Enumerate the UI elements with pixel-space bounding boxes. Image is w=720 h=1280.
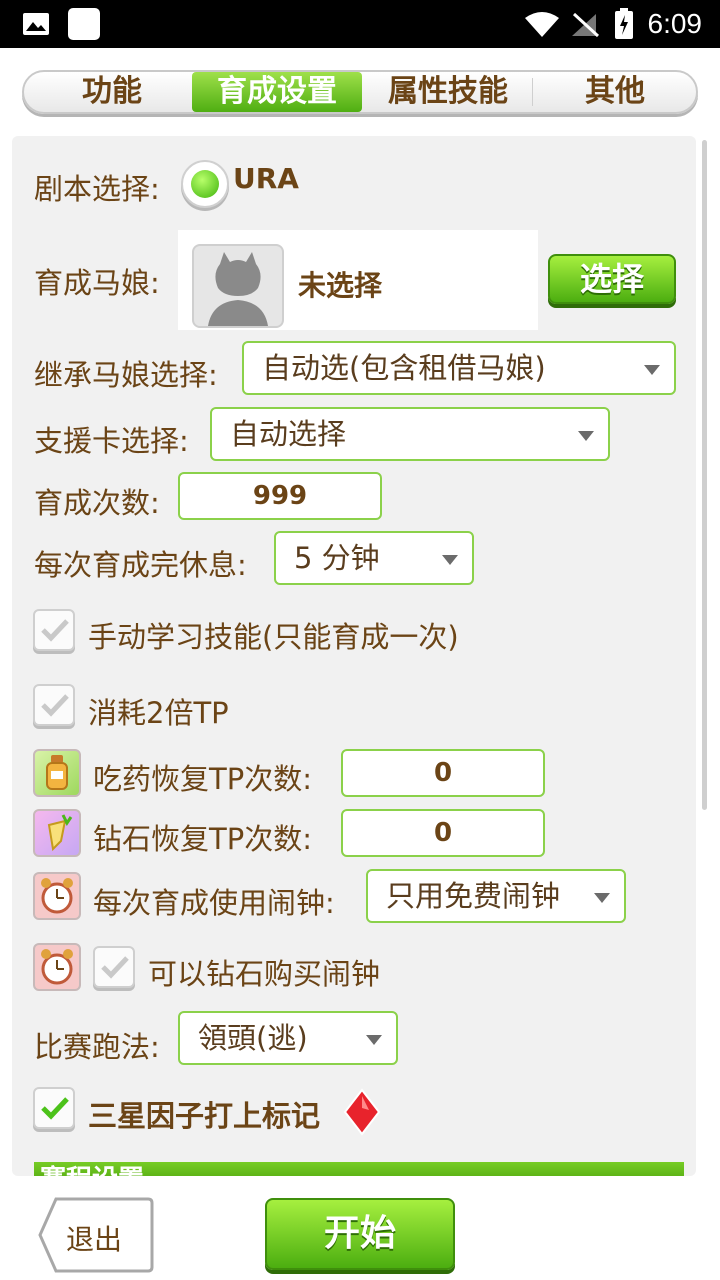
checkmark-icon: [101, 956, 129, 979]
tab-attribute-skills[interactable]: 属性技能: [364, 72, 532, 112]
tp-potion-icon: [33, 749, 81, 797]
rest-label: 每次育成完休息:: [34, 548, 247, 582]
alarm-label: 每次育成使用闹钟:: [93, 886, 335, 920]
inherit-label: 继承马娘选择:: [34, 358, 218, 392]
exit-label: 退出: [66, 1223, 123, 1256]
diamond-carrot-icon: [33, 809, 81, 857]
chevron-down-icon: [594, 893, 610, 903]
notification-icon: [68, 8, 100, 40]
trainee-status: 未选择: [298, 269, 383, 302]
support-value: 自动选择: [230, 417, 347, 451]
silhouette-icon: [208, 252, 268, 326]
count-label: 育成次数:: [34, 486, 160, 520]
tab-divider: [532, 78, 533, 106]
medicine-tp-input[interactable]: 0: [341, 749, 545, 797]
medicine-tp-label: 吃药恢复TP次数:: [93, 762, 312, 796]
tab-bar: 功能 育成设置 属性技能 其他: [22, 70, 698, 114]
buy-alarm-label: 可以钻石购买闹钟: [148, 957, 381, 991]
checkmark-icon: [41, 1097, 69, 1120]
scenario-radio[interactable]: [181, 160, 229, 208]
manual-skill-label: 手动学习技能(只能育成一次): [88, 620, 459, 654]
scenario-label: 剧本选择:: [34, 172, 160, 206]
run-style-value: 領頭(逃): [198, 1021, 308, 1055]
chevron-down-icon: [366, 1035, 382, 1045]
run-style-select[interactable]: 領頭(逃): [178, 1011, 398, 1065]
checkmark-icon: [41, 619, 69, 642]
bottle-icon: [46, 755, 68, 790]
tab-training-settings[interactable]: 育成设置: [192, 72, 362, 112]
battery-charging-icon: [615, 8, 633, 39]
scrollbar[interactable]: [702, 140, 707, 810]
alarm-clock-icon: [33, 872, 81, 920]
trainee-label: 育成马娘:: [34, 266, 160, 300]
double-tp-checkbox[interactable]: [33, 684, 75, 726]
clock: 6:09: [647, 8, 703, 39]
support-label: 支援卡选择:: [34, 424, 189, 458]
scenario-value: URA: [233, 162, 299, 195]
inherit-select[interactable]: 自动选(包含租借马娘): [242, 341, 676, 395]
chevron-down-icon: [644, 365, 660, 375]
chevron-down-icon: [578, 431, 594, 441]
inherit-value: 自动选(包含租借马娘): [262, 351, 546, 385]
tab-features[interactable]: 功能: [32, 72, 192, 112]
no-signal-icon: [572, 12, 600, 38]
gallery-icon: [23, 13, 49, 35]
alarm-value: 只用免费闹钟: [386, 879, 561, 913]
rest-select[interactable]: 5 分钟: [274, 531, 474, 585]
buy-alarm-checkbox[interactable]: [93, 946, 135, 988]
section-title: 赛程设置: [40, 1165, 144, 1176]
run-style-label: 比赛跑法:: [34, 1030, 160, 1064]
double-tp-label: 消耗2倍TP: [88, 696, 229, 730]
tab-other[interactable]: 其他: [534, 72, 696, 112]
clock-icon: [41, 949, 73, 985]
status-bar: 6:09: [0, 0, 720, 48]
three-star-label: 三星因子打上标记: [88, 1099, 321, 1133]
rest-value: 5 分钟: [294, 541, 380, 575]
three-star-checkbox[interactable]: [33, 1087, 75, 1129]
select-trainee-button[interactable]: 选择: [548, 254, 676, 304]
manual-skill-checkbox[interactable]: [33, 609, 75, 651]
alarm-select[interactable]: 只用免费闹钟: [366, 869, 626, 923]
start-button[interactable]: 开始: [265, 1198, 455, 1270]
count-input[interactable]: 999: [178, 472, 382, 520]
race-schedule-section-header[interactable]: 赛程设置: [34, 1162, 684, 1176]
chevron-down-icon: [442, 555, 458, 565]
trainee-portrait: [192, 244, 284, 328]
diamond-tp-label: 钻石恢复TP次数:: [93, 822, 312, 856]
alarm-clock-icon: [33, 943, 81, 991]
support-select[interactable]: 自动选择: [210, 407, 610, 461]
wifi-icon: [525, 12, 559, 37]
diamond-tp-input[interactable]: 0: [341, 809, 545, 857]
clock-icon: [41, 878, 73, 914]
red-diamond-icon: [343, 1088, 381, 1136]
carrot-icon: [47, 814, 73, 852]
checkmark-icon: [41, 694, 69, 717]
